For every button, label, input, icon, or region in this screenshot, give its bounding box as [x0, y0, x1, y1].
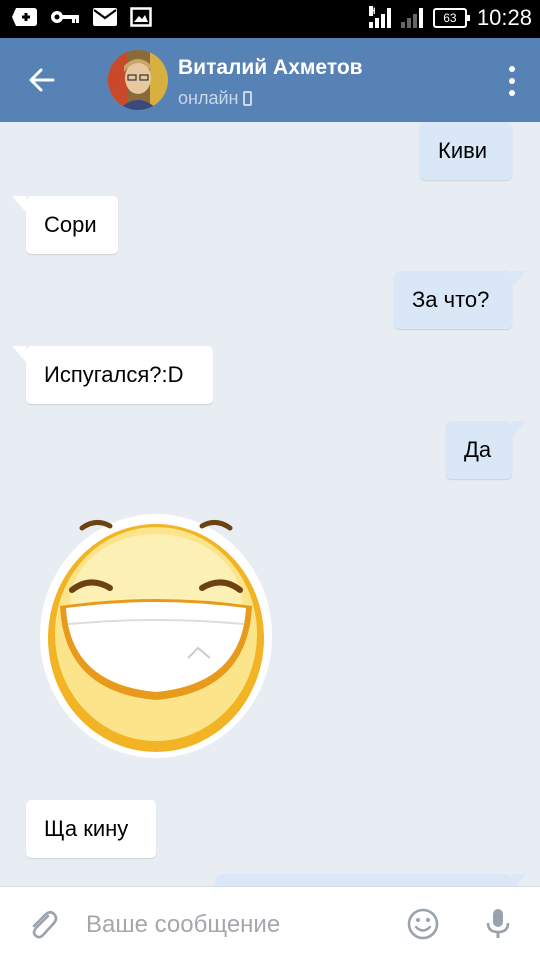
attach-button[interactable] [26, 907, 60, 941]
smile-icon [407, 908, 439, 940]
message-composer [0, 886, 540, 960]
message-bubble-incoming[interactable]: Испугался?:D [12, 346, 213, 404]
signal-icon: H [368, 6, 391, 28]
second-signal-icon [400, 8, 423, 28]
laughing-smiley-sticker[interactable] [38, 508, 274, 760]
voice-message-button[interactable] [484, 907, 512, 941]
message-list[interactable]: Киви Сори За что? Испугался?:D Да Ща кин… [0, 122, 540, 886]
message-bubble-outgoing[interactable]: Киви [420, 122, 512, 180]
status-time: 10:28 [476, 5, 532, 30]
mail-icon [93, 8, 117, 26]
signal-type-label: H [368, 6, 376, 16]
microphone-icon [486, 909, 510, 938]
paperclip-icon [32, 910, 58, 939]
message-input[interactable] [86, 905, 386, 945]
message-text: Да [464, 437, 492, 462]
image-icon [130, 7, 152, 27]
system-icons: H 63 10:28 [368, 5, 532, 31]
more-vert-icon [509, 66, 515, 72]
more-options-button[interactable] [506, 66, 518, 96]
avatar-photo [108, 50, 168, 110]
contact-name[interactable]: Виталий Ахметов [178, 56, 363, 80]
arrow-left-icon [29, 68, 55, 92]
status-bar: H 63 10:28 [0, 0, 540, 38]
key-icon [51, 11, 79, 23]
battery-icon: 63 [432, 8, 470, 28]
chat-header: Виталий Ахметов онлайн [0, 38, 540, 122]
message-text: Сори [44, 212, 97, 237]
battery-level: 63 [443, 11, 457, 25]
online-status-label: онлайн [178, 88, 239, 108]
emoji-button[interactable] [406, 907, 440, 941]
cast-icon [12, 8, 37, 26]
back-button[interactable] [22, 60, 62, 100]
message-bubble-outgoing[interactable]: Да [446, 421, 526, 479]
contact-status: онлайн [178, 88, 253, 109]
mobile-phone-icon [243, 91, 253, 106]
message-bubble-incoming[interactable]: Сори [12, 196, 118, 254]
message-text: Ща кину [44, 816, 129, 841]
notification-icons [12, 7, 152, 27]
message-bubble-incoming[interactable]: Ща кину [26, 800, 156, 858]
message-text: Испугался?:D [44, 362, 184, 387]
message-text: За что? [412, 287, 490, 312]
message-bubble-outgoing[interactable]: За что? [394, 271, 526, 329]
message-bubble-outgoing-partial[interactable] [216, 874, 526, 886]
contact-avatar[interactable] [108, 50, 168, 110]
message-text: Киви [438, 138, 488, 163]
